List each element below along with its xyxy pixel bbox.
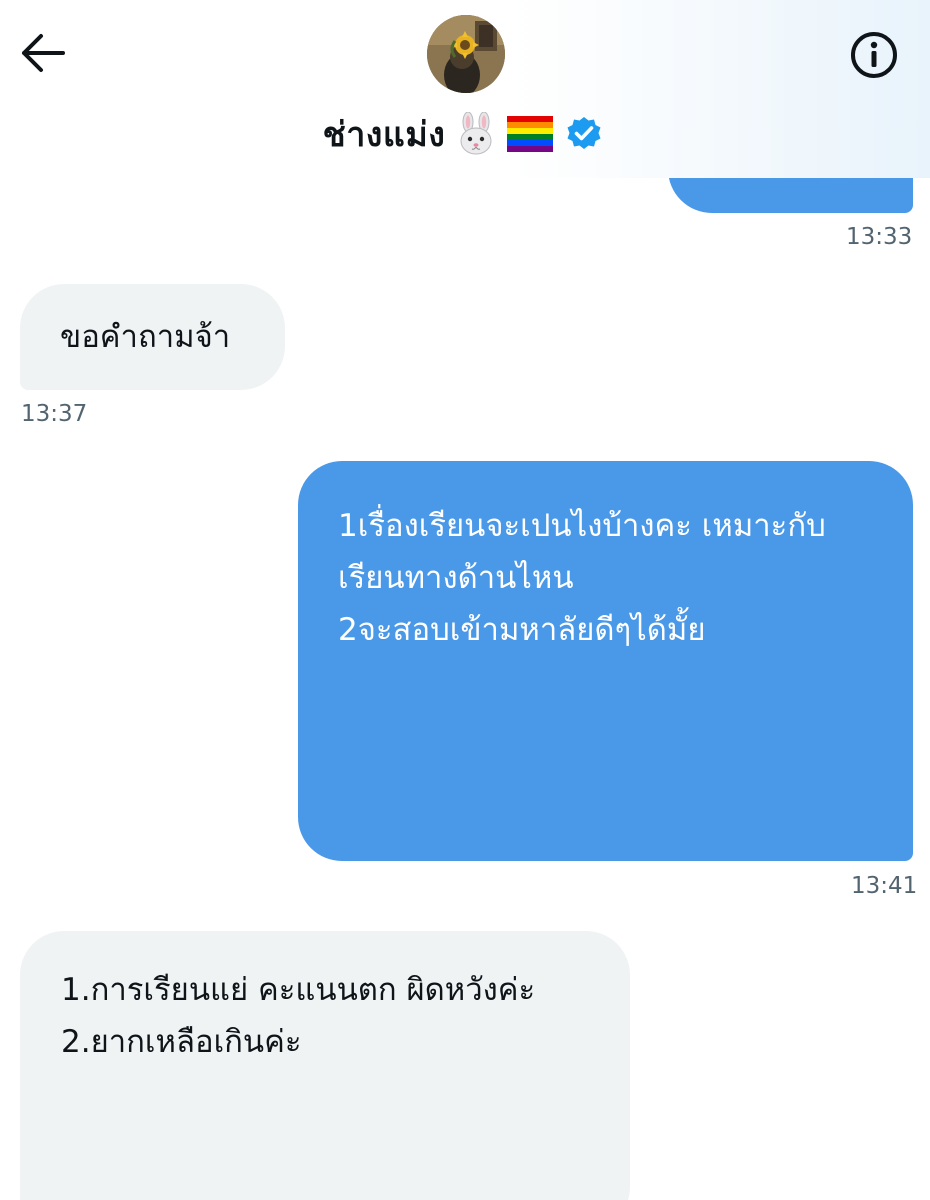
- info-button[interactable]: [846, 32, 902, 82]
- rabbit-face-icon: [453, 111, 499, 157]
- message-timestamp: 13:37: [21, 401, 88, 427]
- display-name: ช่างแม่ง: [322, 115, 446, 155]
- arrow-left-icon: [19, 33, 65, 77]
- verified-badge-icon: [561, 111, 607, 157]
- rainbow-flag-icon: [507, 111, 554, 157]
- message-bubble-sent[interactable]: 1เรื่องเรียนจะเปนไงบ้างคะ เหมาะกับ เรียน…: [298, 461, 913, 861]
- message-bubble-received[interactable]: 1.การเรียนแย่ คะแนนตก ผิดหวังค่ะ 2.ยากเห…: [20, 931, 630, 1200]
- header-title[interactable]: ช่างแม่ง: [0, 108, 930, 160]
- dm-conversation-screen: ช่างแม่ง 13:33 ขอคำถามจ้า 13:37 1เรื่องเ…: [0, 0, 930, 1200]
- info-icon: [849, 30, 899, 84]
- conversation-header: ช่างแม่ง: [0, 0, 930, 178]
- avatar[interactable]: [427, 15, 505, 93]
- back-button[interactable]: [14, 30, 70, 80]
- message-bubble-received[interactable]: ขอคำถามจ้า: [20, 284, 285, 390]
- message-timestamp: 13:33: [846, 224, 913, 250]
- message-timestamp: 13:41: [851, 873, 918, 899]
